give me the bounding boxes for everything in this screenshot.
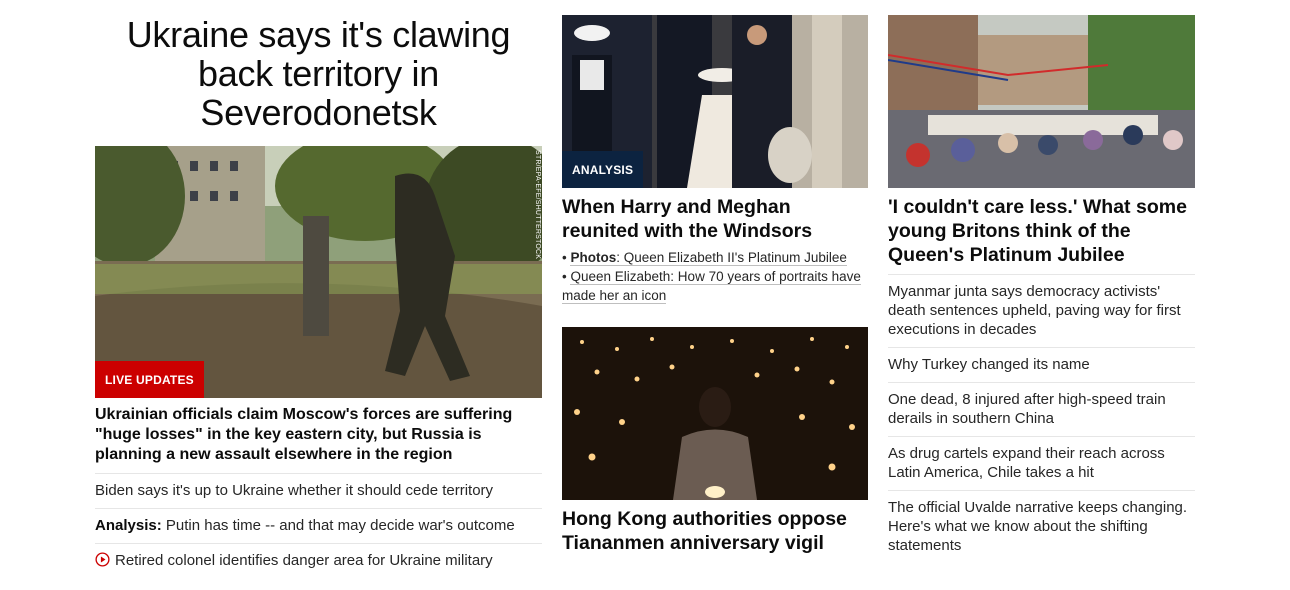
list-item[interactable]: Biden says it's up to Ukraine whether it… bbox=[95, 473, 542, 508]
royal-story-image[interactable]: ANALYSIS bbox=[562, 15, 868, 188]
right-column: 'I couldn't care less.' What some young … bbox=[888, 0, 1195, 563]
analysis-badge: ANALYSIS bbox=[562, 151, 644, 188]
sublink-text: Queen Elizabeth: How 70 years of portrai… bbox=[562, 269, 861, 304]
list-item[interactable]: Retired colonel identifies danger area f… bbox=[95, 543, 542, 578]
sublink-item[interactable]: • Queen Elizabeth: How 70 years of portr… bbox=[562, 267, 868, 305]
top-story-related-list: Biden says it's up to Ukraine whether it… bbox=[95, 473, 542, 578]
vigil-photo bbox=[562, 327, 868, 500]
royal-story-title[interactable]: When Harry and Meghan reunited with the … bbox=[562, 195, 868, 243]
live-updates-badge: LIVE UPDATES bbox=[95, 361, 204, 398]
top-story-headline[interactable]: Ukraine says it's clawing back territory… bbox=[95, 15, 542, 132]
top-story-column: Ukraine says it's clawing back territory… bbox=[95, 0, 542, 578]
related-link-text: Putin has time -- and that may decide wa… bbox=[161, 517, 515, 534]
royal-story-sublinks: • Photos: Queen Elizabeth II's Platinum … bbox=[562, 248, 868, 305]
related-link-text: Biden says it's up to Ukraine whether it… bbox=[95, 482, 494, 499]
list-item[interactable]: One dead, 8 injured after high-speed tra… bbox=[888, 382, 1195, 436]
list-item[interactable]: Myanmar junta says democracy activists' … bbox=[888, 274, 1195, 347]
list-item[interactable]: Analysis: Putin has time -- and that may… bbox=[95, 508, 542, 543]
photo-credit: STR/EPA-EFE/SHUTTERSTOCK bbox=[534, 150, 541, 260]
list-item[interactable]: Why Turkey changed its name bbox=[888, 347, 1195, 382]
photos-label: Photos bbox=[570, 250, 617, 265]
jubilee-story-image[interactable] bbox=[888, 15, 1195, 188]
jubilee-story-title[interactable]: 'I couldn't care less.' What some young … bbox=[888, 195, 1195, 267]
middle-column: ANALYSIS When Harry and Meghan reunited … bbox=[562, 0, 868, 555]
sublink-item[interactable]: • Photos: Queen Elizabeth II's Platinum … bbox=[562, 248, 868, 267]
top-story-lead[interactable]: Ukrainian officials claim Moscow's force… bbox=[95, 405, 542, 465]
play-icon bbox=[95, 552, 110, 567]
top-story-image[interactable]: STR/EPA-EFE/SHUTTERSTOCK LIVE UPDATES bbox=[95, 146, 542, 398]
more-stories-list: Myanmar junta says democracy activists' … bbox=[888, 274, 1195, 563]
vigil-story-title[interactable]: Hong Kong authorities oppose Tiananmen a… bbox=[562, 507, 868, 555]
street-party-photo bbox=[888, 15, 1195, 188]
sublink-text: : Queen Elizabeth II's Platinum Jubilee bbox=[616, 250, 847, 265]
related-link-text: Retired colonel identifies danger area f… bbox=[115, 552, 493, 569]
analysis-label: Analysis: bbox=[95, 517, 162, 534]
list-item[interactable]: The official Uvalde narrative keeps chan… bbox=[888, 490, 1195, 563]
vigil-story-image[interactable] bbox=[562, 327, 868, 500]
list-item[interactable]: As drug cartels expand their reach acros… bbox=[888, 436, 1195, 490]
